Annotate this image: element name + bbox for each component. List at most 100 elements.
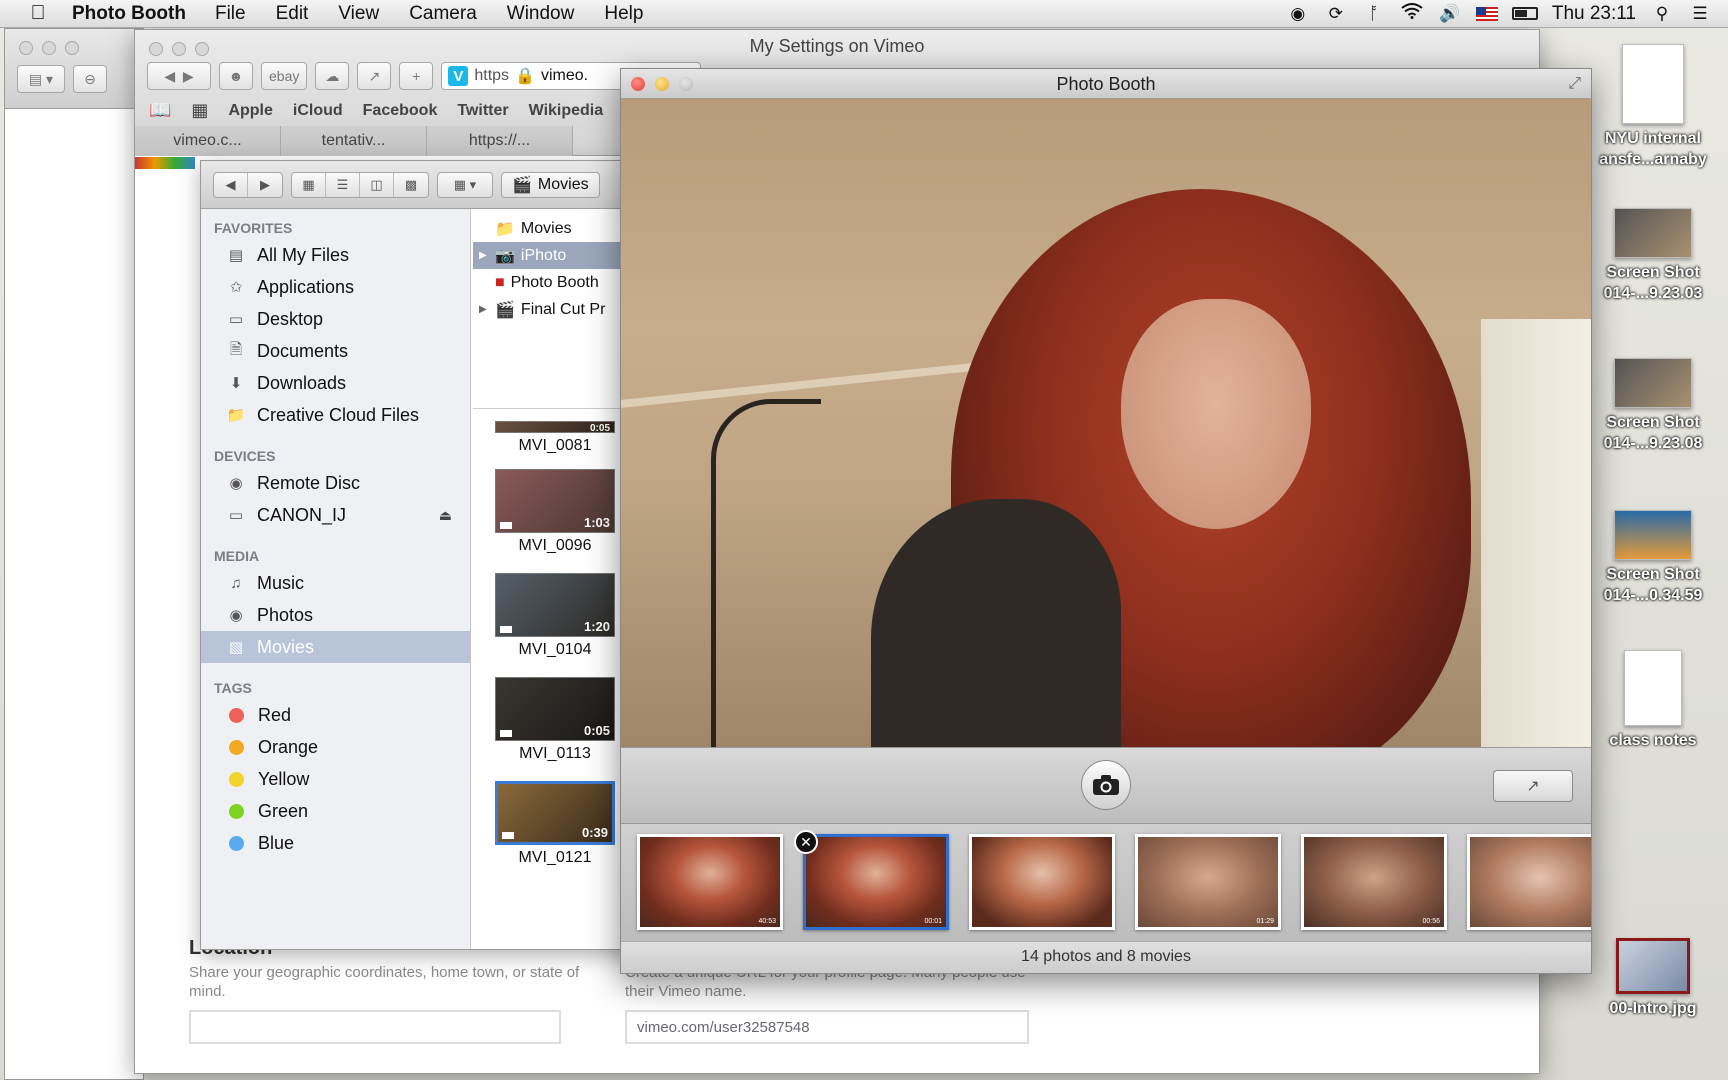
sidebar-tag-red[interactable]: Red bbox=[201, 699, 470, 731]
desktop-item-intro-jpg[interactable]: 00-Intro.jpg bbox=[1578, 938, 1728, 1019]
back-forward-icon[interactable]: ◀ ▶ bbox=[147, 62, 211, 90]
new-tab-icon[interactable]: + bbox=[399, 62, 434, 90]
location-input[interactable] bbox=[189, 1010, 561, 1044]
sidebar-toggle-icon[interactable]: ▤ ▾ bbox=[17, 65, 65, 93]
column-item-final-cut[interactable]: ▶ 🎬 Final Cut Pr bbox=[473, 296, 639, 323]
sidebar-tag-blue[interactable]: Blue bbox=[201, 827, 470, 859]
movie-item-mvi-0113[interactable]: 0:05 MVI_0113 bbox=[495, 677, 615, 763]
photo-thumbnail[interactable] bbox=[969, 834, 1115, 930]
creative-cloud-icon[interactable]: ◉ bbox=[1286, 4, 1310, 24]
sidebar-item-canon[interactable]: ▭ CANON_IJ ⏏ bbox=[201, 499, 470, 531]
ebay-button[interactable]: ebay bbox=[261, 62, 308, 90]
coverflow-view-icon[interactable]: ▩ bbox=[394, 173, 428, 197]
close-button[interactable] bbox=[19, 41, 33, 55]
delete-thumbnail-button[interactable]: ✕ bbox=[794, 830, 818, 854]
bookmark-twitter[interactable]: Twitter bbox=[457, 102, 508, 120]
desktop-item-nyu-internal[interactable]: NYU internal ansfe...arnaby bbox=[1578, 44, 1728, 170]
background-window[interactable]: ▤ ▾ ⊖ bbox=[4, 28, 144, 1080]
thumbnail-strip[interactable]: 40:53 00:01 01:29 00:56 bbox=[621, 823, 1591, 943]
profile-url-input[interactable]: vimeo.com/user32587548 bbox=[625, 1010, 1029, 1044]
share-button[interactable]: ↗ bbox=[1493, 770, 1573, 802]
reading-list-icon[interactable]: 📖 bbox=[149, 100, 171, 121]
fullscreen-icon[interactable]: ⤢ bbox=[1568, 75, 1581, 93]
photo-thumbnail-selected[interactable]: 00:01 bbox=[803, 834, 949, 930]
wifi-icon[interactable] bbox=[1400, 3, 1424, 24]
bookmark-facebook[interactable]: Facebook bbox=[363, 102, 438, 120]
desktop-item-screenshot-3[interactable]: Screen Shot 014-...0.34.59 bbox=[1578, 510, 1728, 606]
sidebar-item-all-my-files[interactable]: ▤ All My Files bbox=[201, 239, 470, 271]
bookmark-icloud[interactable]: iCloud bbox=[293, 102, 343, 120]
disclosure-triangle-icon[interactable]: ▶ bbox=[479, 304, 489, 315]
bluetooth-icon[interactable]: ᚩ bbox=[1362, 4, 1386, 24]
menubar-clock[interactable]: Thu 23:11 bbox=[1552, 3, 1636, 25]
sidebar-tag-green[interactable]: Green bbox=[201, 795, 470, 827]
finder-window[interactable]: ◀ ▶ ▦ ☰ ◫ ▩ ▦ ▾ 🎬 Movies FAVORITES ▤ All … bbox=[200, 160, 640, 950]
time-machine-icon[interactable]: ⟳ bbox=[1324, 4, 1348, 24]
zoom-button[interactable] bbox=[65, 41, 79, 55]
back-arrow-icon[interactable]: ◀ bbox=[214, 172, 248, 197]
movie-item-mvi-0104[interactable]: 1:20 MVI_0104 bbox=[495, 573, 615, 659]
sidebar-tag-orange[interactable]: Orange bbox=[201, 731, 470, 763]
media-header: MEDIA bbox=[214, 548, 260, 564]
sidebar-item-applications[interactable]: ✩ Applications bbox=[201, 271, 470, 303]
column-view-icon[interactable]: ◫ bbox=[360, 172, 394, 197]
menu-edit[interactable]: Edit bbox=[261, 3, 324, 25]
column-item-photo-booth[interactable]: ■ Photo Booth bbox=[473, 269, 639, 296]
sidebar-item-movies[interactable]: ▧ Movies bbox=[201, 631, 470, 663]
photo-thumbnail[interactable]: 40:53 bbox=[637, 834, 783, 930]
volume-icon[interactable]: 🔊 bbox=[1438, 4, 1462, 24]
menu-view[interactable]: View bbox=[323, 3, 394, 25]
forward-arrow-icon[interactable]: ▶ bbox=[248, 173, 282, 197]
path-button[interactable]: 🎬 Movies bbox=[501, 171, 600, 198]
bookmark-wikipedia[interactable]: Wikipedia bbox=[529, 102, 604, 120]
share-icon[interactable]: ↗ bbox=[357, 62, 392, 90]
camera-icon bbox=[1093, 775, 1119, 795]
photo-thumbnail[interactable] bbox=[1467, 834, 1591, 930]
top-sites-icon[interactable]: ▦ bbox=[191, 100, 208, 121]
arrange-button[interactable]: ▦ ▾ bbox=[437, 171, 493, 198]
apple-menu-icon[interactable]:  bbox=[18, 2, 58, 25]
user-icon[interactable]: ☻ bbox=[219, 62, 253, 90]
menu-file[interactable]: File bbox=[200, 3, 261, 25]
menu-help[interactable]: Help bbox=[589, 3, 658, 25]
sidebar-item-music[interactable]: ♫ Music bbox=[201, 567, 470, 599]
movie-item-mvi-0096[interactable]: 1:03 MVI_0096 bbox=[495, 469, 615, 555]
menu-window[interactable]: Window bbox=[492, 3, 590, 25]
eject-icon[interactable]: ⏏ bbox=[439, 507, 452, 524]
battery-icon[interactable] bbox=[1511, 7, 1538, 20]
input-source-flag-icon[interactable] bbox=[1475, 6, 1498, 21]
tab-tentative[interactable]: tentativ... bbox=[281, 126, 427, 156]
column-item-movies[interactable]: 📁 Movies bbox=[473, 215, 639, 242]
sidebar-item-desktop[interactable]: ▭ Desktop bbox=[201, 303, 470, 335]
menu-app-name[interactable]: Photo Booth bbox=[58, 3, 200, 25]
movie-item-mvi-0081[interactable]: 0:05 MVI_0081 bbox=[495, 421, 615, 455]
icloud-icon[interactable]: ☁ bbox=[315, 62, 350, 90]
desktop-item-class-notes[interactable]: class notes bbox=[1578, 650, 1728, 751]
sidebar-item-downloads[interactable]: ⬇ Downloads bbox=[201, 367, 470, 399]
zoom-out-icon[interactable]: ⊖ bbox=[73, 65, 107, 93]
photo-thumbnail[interactable]: 00:56 bbox=[1301, 834, 1447, 930]
bookmark-apple[interactable]: Apple bbox=[228, 102, 272, 120]
disclosure-triangle-icon[interactable]: ▶ bbox=[479, 250, 489, 261]
minimize-button[interactable] bbox=[42, 41, 56, 55]
desktop-item-screenshot-1[interactable]: Screen Shot 014-...9.23.03 bbox=[1578, 208, 1728, 304]
menu-camera[interactable]: Camera bbox=[394, 3, 492, 25]
tab-vimeo[interactable]: vimeo.c... bbox=[135, 126, 281, 156]
sidebar-item-creative-cloud[interactable]: 📁 Creative Cloud Files bbox=[201, 399, 470, 431]
notification-center-icon[interactable]: ☰ bbox=[1688, 4, 1712, 24]
photo-booth-window[interactable]: Photo Booth ⤢ ↗ 40:53 00:01 01:29 00:56 … bbox=[620, 68, 1592, 974]
sidebar-item-remote-disc[interactable]: ◉ Remote Disc bbox=[201, 467, 470, 499]
take-photo-button[interactable] bbox=[1081, 760, 1131, 810]
sidebar-item-photos[interactable]: ◉ Photos bbox=[201, 599, 470, 631]
photo-thumbnail[interactable]: 01:29 bbox=[1135, 834, 1281, 930]
tab-https[interactable]: https://... bbox=[427, 126, 573, 156]
list-view-icon[interactable]: ☰ bbox=[326, 172, 360, 197]
final-cut-icon: 🎬 bbox=[495, 301, 515, 319]
spotlight-search-icon[interactable]: ⚲ bbox=[1650, 4, 1674, 24]
sidebar-tag-yellow[interactable]: Yellow bbox=[201, 763, 470, 795]
sidebar-item-documents[interactable]: 🗎 Documents bbox=[201, 335, 470, 367]
desktop-item-screenshot-2[interactable]: Screen Shot 014-...9.23.08 bbox=[1578, 358, 1728, 454]
icon-view-icon[interactable]: ▦ bbox=[292, 172, 326, 197]
movie-item-mvi-0121[interactable]: 0:39 MVI_0121 bbox=[495, 781, 615, 867]
column-item-iphoto[interactable]: ▶ 📷 iPhoto bbox=[473, 242, 639, 269]
